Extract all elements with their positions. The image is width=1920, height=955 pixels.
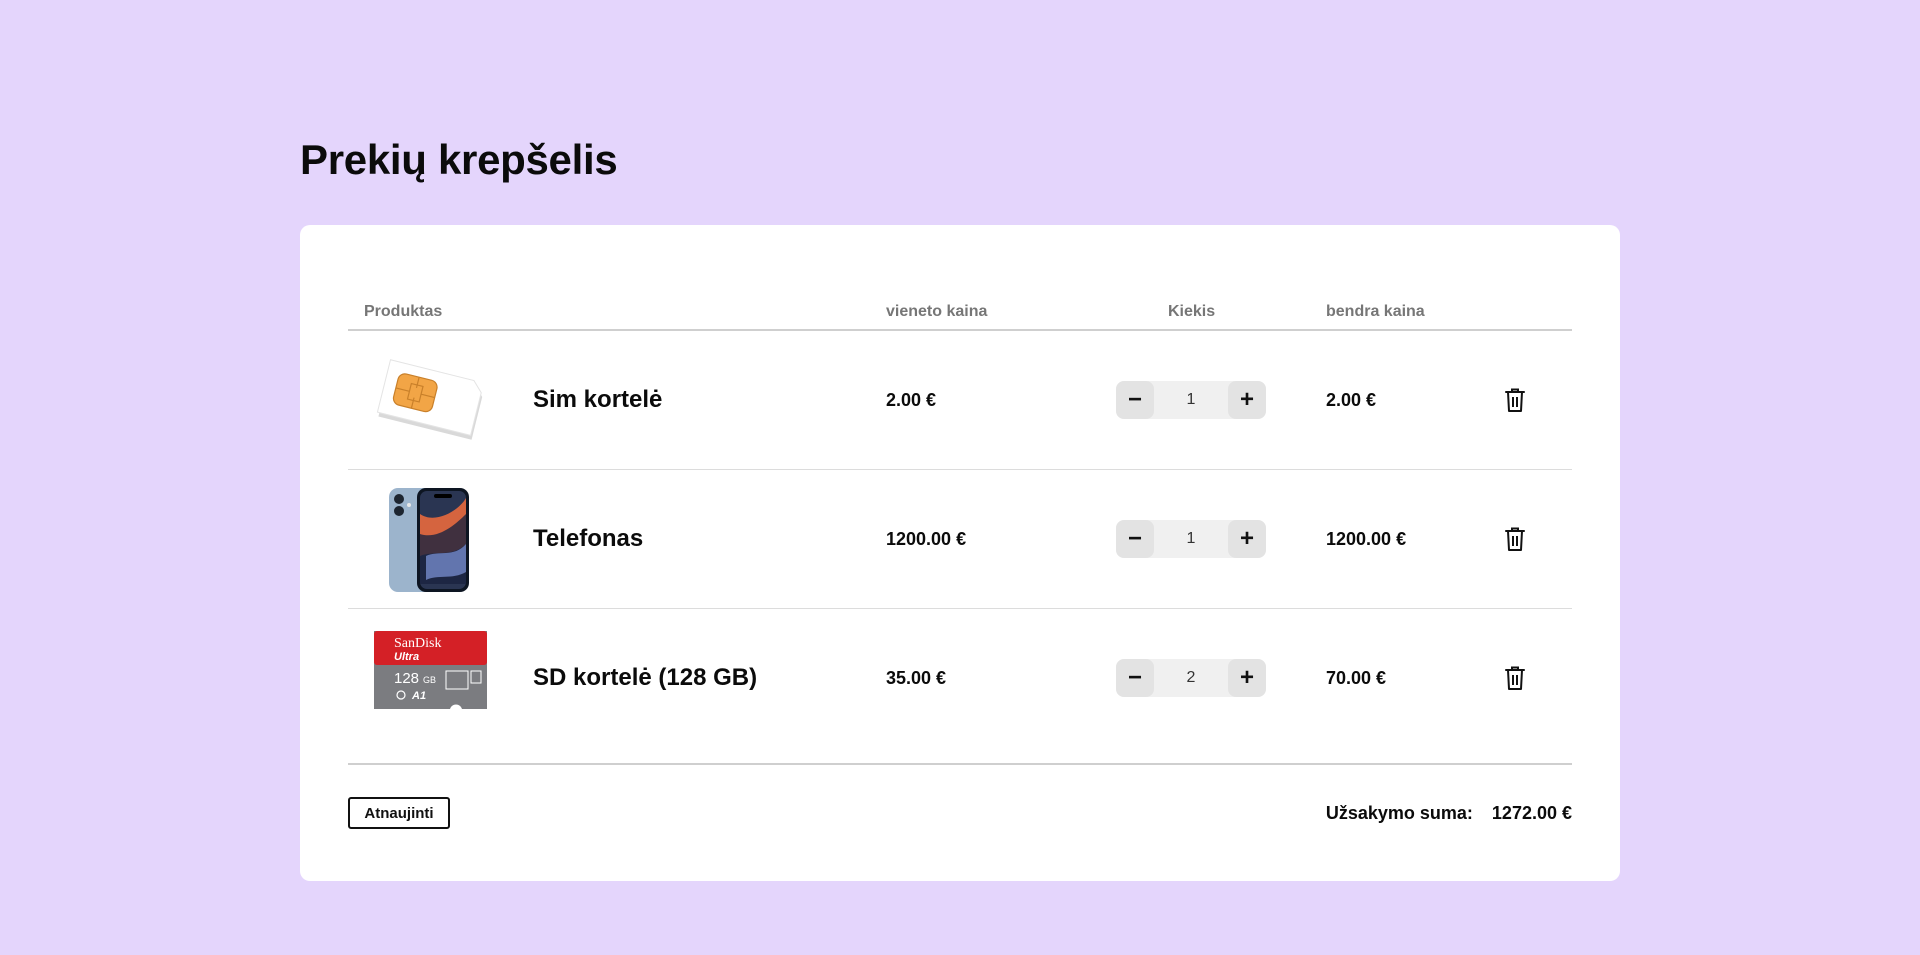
cart-table: Produktas vieneto kaina Kiekis bendra ka… (348, 285, 1572, 765)
sd-brand-text: SanDisk (394, 636, 441, 651)
table-row: SanDisk Ultra 128 GB A1 SD kortelė (128 … (348, 609, 1572, 765)
order-sum-value: 1272.00 € (1491, 803, 1572, 823)
increment-button[interactable]: + (1228, 381, 1266, 419)
table-header: Produktas vieneto kaina Kiekis bendra ka… (348, 285, 1572, 331)
decrement-button[interactable]: − (1116, 520, 1154, 558)
sd-unit-text: GB (423, 675, 436, 685)
quantity-stepper: − 1 + (1116, 520, 1266, 558)
order-sum-label: Užsakymo suma: (1325, 803, 1473, 823)
trash-icon[interactable] (1503, 526, 1527, 552)
product-name[interactable]: Sim kortelė (533, 386, 662, 414)
header-quantity: Kiekis (1168, 303, 1216, 320)
cart-card: Produktas vieneto kaina Kiekis bendra ka… (300, 225, 1620, 881)
sd-line-text: Ultra (394, 651, 419, 663)
quantity-stepper: − 2 + (1116, 659, 1266, 697)
row-total: 1200.00 € (1326, 529, 1407, 549)
row-total: 2.00 € (1326, 390, 1377, 410)
update-button[interactable]: Atnaujinti (348, 797, 450, 829)
table-row: Telefonas 1200.00 € − 1 + 1200.00 € (348, 470, 1572, 609)
quantity-value[interactable]: 1 (1187, 530, 1196, 548)
header-total-price: bendra kaina (1326, 303, 1425, 320)
cart-footer: Atnaujinti Užsakymo suma: 1272.00 € (348, 795, 1572, 835)
header-product: Produktas (364, 303, 443, 320)
row-total: 70.00 € (1326, 668, 1387, 688)
smartphone-image (389, 488, 469, 592)
unit-price: 35.00 € (886, 668, 947, 688)
quantity-value[interactable]: 2 (1187, 669, 1196, 687)
order-sum: Užsakymo suma: 1272.00 € (1326, 803, 1572, 824)
sim-card-image (376, 359, 483, 440)
unit-price: 1200.00 € (886, 529, 967, 549)
sd-card-image: SanDisk Ultra 128 GB A1 (374, 631, 487, 709)
sd-capacity-text: 128 (394, 670, 419, 687)
increment-button[interactable]: + (1228, 659, 1266, 697)
sd-class-text: A1 (411, 690, 426, 702)
quantity-value[interactable]: 1 (1187, 391, 1196, 409)
table-row: Sim kortelė 2.00 € − 1 + 2.00 € (348, 331, 1572, 470)
decrement-button[interactable]: − (1116, 659, 1154, 697)
product-name[interactable]: SD kortelė (128 GB) (533, 664, 757, 692)
header-unit-price: vieneto kaina (886, 303, 988, 320)
trash-icon[interactable] (1503, 387, 1527, 413)
quantity-stepper: − 1 + (1116, 381, 1266, 419)
page-title: Prekių krepšelis (300, 136, 618, 183)
decrement-button[interactable]: − (1116, 381, 1154, 419)
increment-button[interactable]: + (1228, 520, 1266, 558)
unit-price: 2.00 € (886, 390, 937, 410)
product-name[interactable]: Telefonas (533, 525, 643, 553)
trash-icon[interactable] (1503, 665, 1527, 691)
